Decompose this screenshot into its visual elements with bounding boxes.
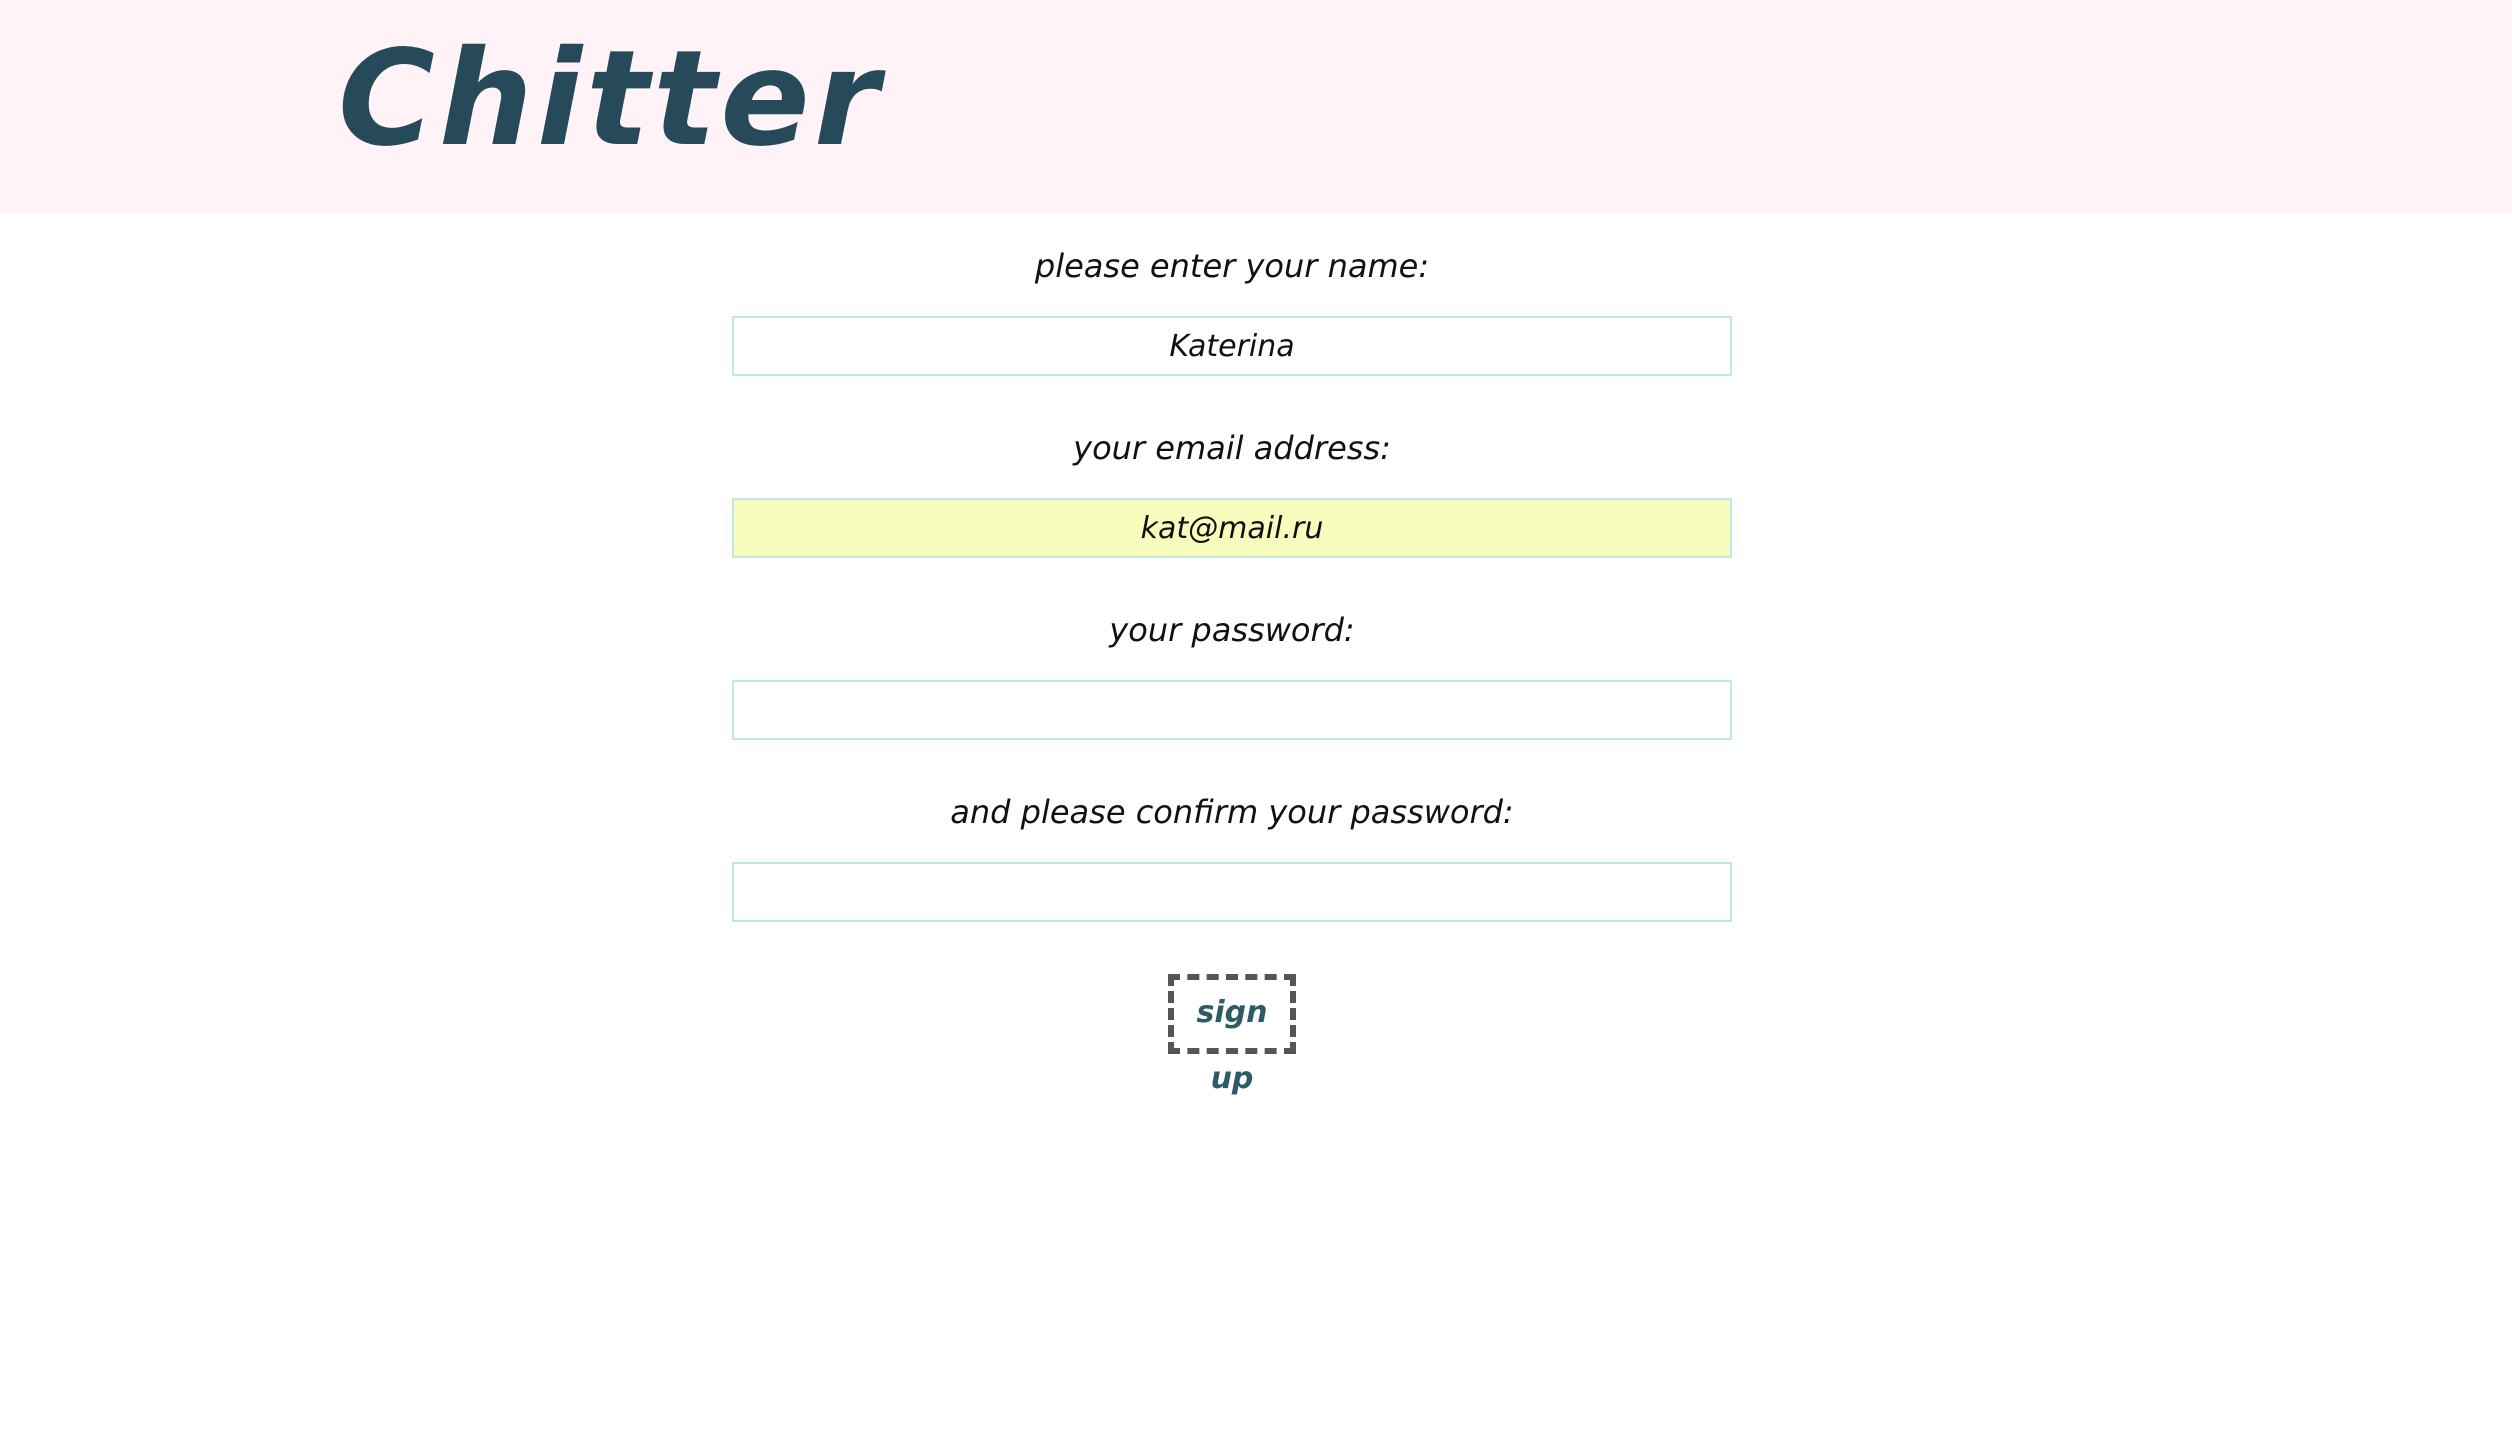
confirm-password-field[interactable] — [732, 862, 1732, 922]
confirm-password-label: and please confirm your password: — [950, 793, 1514, 831]
sign-up-button[interactable]: sign up — [1168, 974, 1296, 1096]
email-field[interactable] — [732, 498, 1732, 558]
password-field[interactable] — [732, 680, 1732, 740]
name-label: please enter your name: — [1034, 247, 1430, 285]
site-logo[interactable]: Chitter — [338, 24, 883, 174]
password-label: your password: — [1109, 611, 1355, 649]
site-header: Chitter — [0, 0, 2512, 213]
name-field[interactable] — [732, 316, 1732, 376]
email-label: your email address: — [1073, 429, 1391, 467]
